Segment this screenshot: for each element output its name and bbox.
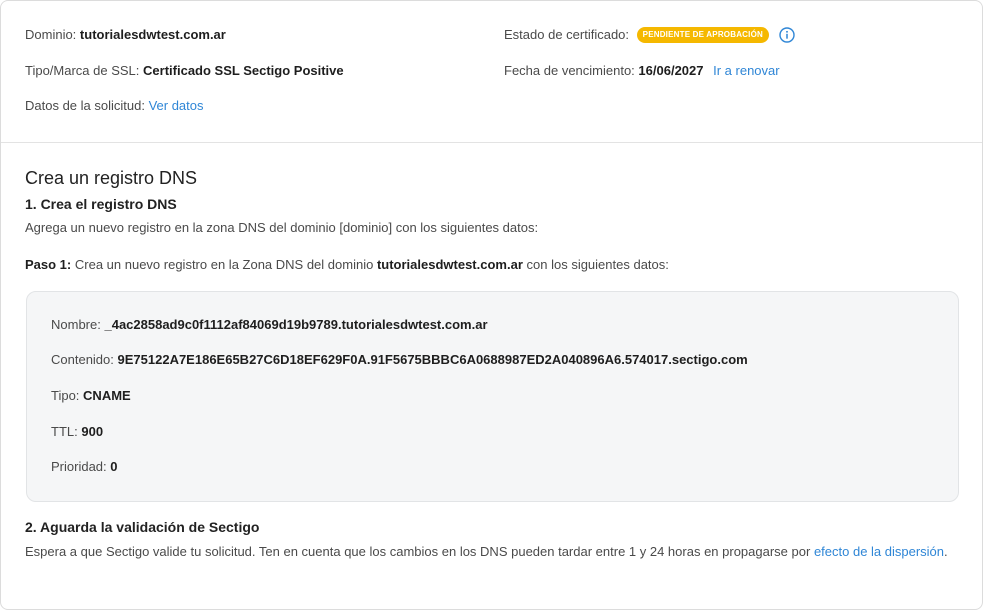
dns-record-box: Nombre: _4ac2858ad9c0f1112af84069d19b978…	[26, 291, 959, 502]
paso1-text-a: Crea un nuevo registro en la Zona DNS de…	[74, 257, 374, 272]
paso1-domain: tutorialesdwtest.com.ar	[376, 257, 523, 272]
renew-link[interactable]: Ir a renovar	[713, 63, 779, 78]
record-name-row: Nombre: _4ac2858ad9c0f1112af84069d19b978…	[51, 317, 488, 333]
record-content-label: Contenido:	[51, 352, 114, 367]
request-data-row: Datos de la solicitud: Ver datos	[25, 98, 204, 114]
record-ttl-row: TTL: 900	[51, 424, 103, 440]
request-data-label: Datos de la solicitud:	[25, 98, 145, 113]
info-icon[interactable]	[778, 26, 795, 43]
paso1-label: Paso 1:	[25, 257, 72, 272]
view-data-link[interactable]: Ver datos	[149, 98, 204, 113]
record-content-row: Contenido: 9E75122A7E186E65B27C6D18EF629…	[51, 352, 748, 368]
record-ttl-label: TTL:	[51, 424, 78, 439]
record-type-label: Tipo:	[51, 388, 80, 403]
step2-description: Espera a que Sectigo valide tu solicitud…	[25, 544, 948, 560]
paso1-instruction: Paso 1: Crea un nuevo registro en la Zon…	[25, 257, 669, 273]
step2-text: Espera a que Sectigo valide tu solicitud…	[25, 544, 811, 559]
domain-label: Dominio:	[25, 27, 77, 42]
record-ttl-value: 900	[81, 424, 104, 439]
certificate-panel: Dominio: tutorialesdwtest.com.ar Tipo/Ma…	[0, 0, 983, 610]
domain-value: tutorialesdwtest.com.ar	[79, 27, 226, 42]
record-priority-row: Prioridad: 0	[51, 459, 118, 475]
status-row: Estado de certificado: PENDIENTE DE APRO…	[504, 26, 795, 44]
step2-end: .	[944, 544, 948, 559]
expiry-value: 16/06/2027	[638, 63, 704, 78]
status-label: Estado de certificado:	[504, 27, 630, 42]
dispersion-link[interactable]: efecto de la dispersión	[814, 544, 944, 559]
ssl-type-value: Certificado SSL Sectigo Positive	[143, 63, 344, 78]
record-content-value: 9E75122A7E186E65B27C6D18EF629F0A.91F5675…	[117, 352, 748, 367]
expiry-label: Fecha de vencimiento:	[504, 63, 635, 78]
step1-description: Agrega un nuevo registro en la zona DNS …	[25, 220, 539, 235]
ssl-type-label: Tipo/Marca de SSL:	[25, 63, 140, 78]
record-name-value: _4ac2858ad9c0f1112af84069d19b9789.tutori…	[104, 317, 488, 332]
record-type-value: CNAME	[83, 388, 131, 403]
record-priority-label: Prioridad:	[51, 459, 107, 474]
step1-title: 1. Crea el registro DNS	[25, 196, 177, 212]
status-badge: PENDIENTE DE APROBACIÓN	[636, 26, 769, 43]
domain-row: Dominio: tutorialesdwtest.com.ar	[25, 27, 226, 43]
record-type-row: Tipo: CNAME	[51, 388, 131, 404]
record-name-label: Nombre:	[51, 317, 101, 332]
dns-section-title: Crea un registro DNS	[25, 168, 198, 188]
section-divider	[1, 142, 982, 143]
ssl-type-row: Tipo/Marca de SSL: Certificado SSL Secti…	[25, 63, 344, 79]
record-priority-value: 0	[110, 459, 118, 474]
step2-title: 2. Aguarda la validación de Sectigo	[25, 519, 260, 535]
certificate-info-section: Dominio: tutorialesdwtest.com.ar Tipo/Ma…	[1, 1, 982, 142]
expiry-row: Fecha de vencimiento: 16/06/2027 Ir a re…	[504, 63, 780, 79]
paso1-text-b: con los siguientes datos:	[526, 257, 669, 272]
